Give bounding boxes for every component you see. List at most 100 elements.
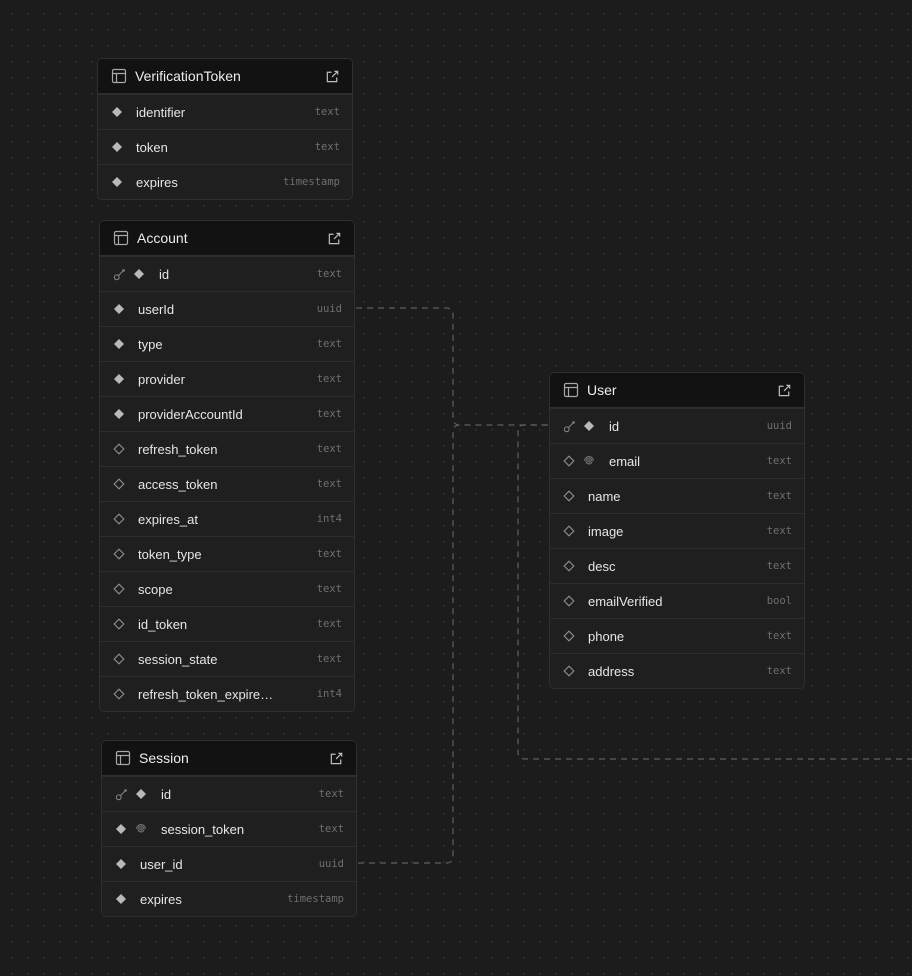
column-name: session_token — [161, 821, 245, 837]
column-row-phone[interactable]: phone text — [550, 618, 804, 653]
column-type: text — [316, 268, 342, 280]
table-account[interactable]: Account id text userId uuid type text pr… — [99, 220, 355, 712]
table-session[interactable]: Session id text session_token text user_… — [101, 740, 357, 917]
diamond-filled-icon — [132, 267, 146, 281]
edge-account-user — [356, 307, 548, 426]
column-name: id — [161, 786, 172, 802]
column-type: bool — [766, 595, 792, 607]
column-name: refresh_token_expire… — [138, 686, 274, 702]
column-type: text — [314, 106, 340, 118]
column-row-session-state[interactable]: session_state text — [100, 641, 354, 676]
column-type: timestamp — [283, 176, 340, 188]
column-type: text — [766, 490, 792, 502]
column-row-expires-at[interactable]: expires_at int4 — [100, 501, 354, 536]
column-type: text — [314, 141, 340, 153]
column-name: identifier — [136, 104, 186, 120]
column-row-scope[interactable]: scope text — [100, 571, 354, 606]
table-header: Account — [100, 221, 354, 256]
diamond-filled-icon — [110, 175, 124, 189]
column-name: address — [588, 663, 635, 679]
table-title: Session — [139, 750, 189, 766]
table-header: Session — [102, 741, 356, 776]
key-icon — [112, 267, 126, 281]
column-row-email[interactable]: email text — [550, 443, 804, 478]
column-name: phone — [588, 628, 625, 644]
diamond-outline-icon — [562, 454, 576, 468]
external-link-icon[interactable] — [327, 231, 342, 246]
column-type: text — [318, 823, 344, 835]
column-row-userid[interactable]: userId uuid — [100, 291, 354, 326]
column-row-refresh-token[interactable]: refresh_token text — [100, 431, 354, 466]
diamond-outline-icon — [112, 547, 126, 561]
column-type: text — [766, 525, 792, 537]
column-name: expires — [140, 891, 182, 907]
column-row-id[interactable]: id uuid — [550, 408, 804, 443]
diamond-filled-icon — [114, 857, 128, 871]
column-name: user_id — [140, 856, 183, 872]
column-row-id[interactable]: id text — [100, 256, 354, 291]
external-link-icon[interactable] — [777, 383, 792, 398]
column-type: int4 — [316, 513, 342, 525]
table-verificationtoken[interactable]: VerificationToken identifier text token … — [97, 58, 353, 200]
diamond-filled-icon — [110, 105, 124, 119]
column-row-address[interactable]: address text — [550, 653, 804, 688]
diamond-outline-icon — [112, 442, 126, 456]
table-icon — [563, 382, 579, 398]
column-name: emailVerified — [588, 593, 663, 609]
column-row-type[interactable]: type text — [100, 326, 354, 361]
column-name: token_type — [138, 546, 202, 562]
column-type: timestamp — [287, 893, 344, 905]
column-row-id-token[interactable]: id_token text — [100, 606, 354, 641]
diamond-outline-icon — [562, 594, 576, 608]
table-title: User — [587, 382, 617, 398]
table-icon — [115, 750, 131, 766]
edge-session-user — [358, 424, 461, 864]
column-type: text — [316, 443, 342, 455]
table-user[interactable]: User id uuid email text name text image … — [549, 372, 805, 689]
column-type: text — [766, 455, 792, 467]
column-row-name[interactable]: name text — [550, 478, 804, 513]
column-row-token[interactable]: token text — [98, 129, 352, 164]
column-row-user-id[interactable]: user_id uuid — [102, 846, 356, 881]
column-row-provideraccountid[interactable]: providerAccountId text — [100, 396, 354, 431]
column-row-provider[interactable]: provider text — [100, 361, 354, 396]
column-type: text — [316, 408, 342, 420]
column-row-refresh-token-expires[interactable]: refresh_token_expire… int4 — [100, 676, 354, 711]
column-row-identifier[interactable]: identifier text — [98, 94, 352, 129]
fingerprint-icon — [582, 454, 596, 468]
column-row-id[interactable]: id text — [102, 776, 356, 811]
external-link-icon[interactable] — [329, 751, 344, 766]
column-name: type — [138, 336, 163, 352]
column-type: int4 — [316, 688, 342, 700]
diamond-filled-icon — [114, 892, 128, 906]
column-row-emailverified[interactable]: emailVerified bool — [550, 583, 804, 618]
column-name: access_token — [138, 476, 218, 492]
column-name: email — [609, 453, 641, 469]
column-type: text — [316, 583, 342, 595]
column-row-image[interactable]: image text — [550, 513, 804, 548]
column-name: expires_at — [138, 511, 198, 527]
diamond-filled-icon — [110, 140, 124, 154]
column-row-expires[interactable]: expires timestamp — [98, 164, 352, 199]
fingerprint-icon — [134, 822, 148, 836]
column-name: image — [588, 523, 624, 539]
column-name: providerAccountId — [138, 406, 243, 422]
diamond-outline-icon — [562, 559, 576, 573]
column-type: text — [316, 478, 342, 490]
column-row-token-type[interactable]: token_type text — [100, 536, 354, 571]
column-type: text — [316, 653, 342, 665]
column-name: id_token — [138, 616, 188, 632]
diamond-outline-icon — [562, 489, 576, 503]
column-row-expires[interactable]: expires timestamp — [102, 881, 356, 916]
column-row-desc[interactable]: desc text — [550, 548, 804, 583]
diamond-outline-icon — [562, 629, 576, 643]
column-name: id — [159, 266, 170, 282]
column-row-session-token[interactable]: session_token text — [102, 811, 356, 846]
external-link-icon[interactable] — [325, 69, 340, 84]
column-type: text — [318, 788, 344, 800]
table-title: Account — [137, 230, 188, 246]
diamond-filled-icon — [112, 302, 126, 316]
column-name: expires — [136, 174, 178, 190]
column-row-access-token[interactable]: access_token text — [100, 466, 354, 501]
column-type: uuid — [766, 420, 792, 432]
